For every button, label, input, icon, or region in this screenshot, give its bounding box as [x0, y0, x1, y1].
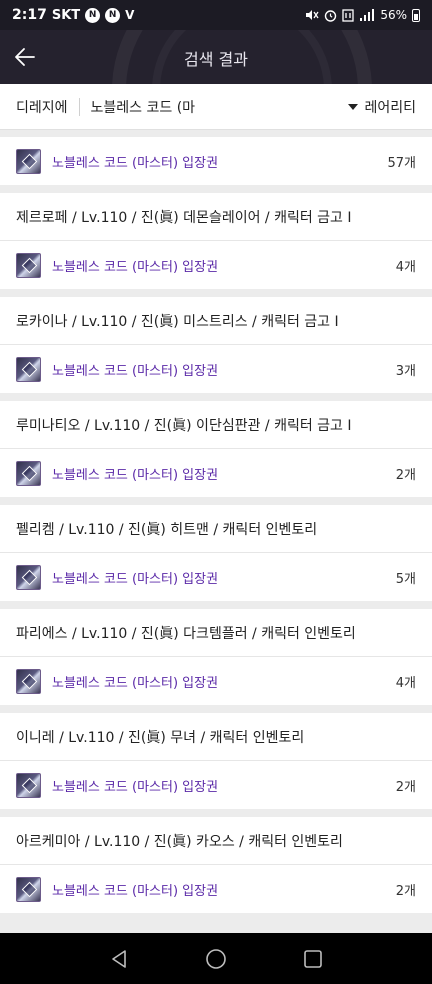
divider [78, 97, 80, 116]
page-title: 검색 결과 [184, 50, 248, 69]
ticket-item-icon [16, 356, 41, 382]
character-info: 로카이나 / Lv.110 / 진(眞) 미스트리스 / 캐릭터 금고 I [0, 297, 432, 345]
status-bar: 2:17 SKT N N V 56% [0, 0, 432, 30]
result-card[interactable]: 파리에스 / Lv.110 / 진(眞) 다크템플러 / 캐릭터 인벤토리 노블… [0, 609, 432, 705]
status-right: 56% [305, 8, 420, 22]
recents-square-icon[interactable] [301, 947, 325, 971]
app-notification-icon: V [125, 8, 135, 22]
item-name: 노블레스 코드 (마스터) 입장권 [52, 675, 219, 691]
status-carrier: SKT [51, 7, 81, 23]
caret-down-icon [348, 103, 359, 110]
alarm-icon [325, 9, 337, 22]
character-info: 이니레 / Lv.110 / 진(眞) 무녀 / 캐릭터 인벤토리 [0, 713, 432, 761]
item-name: 노블레스 코드 (마스터) 입장권 [52, 363, 219, 379]
item-row[interactable]: 노블레스 코드 (마스터) 입장권 57개 [0, 137, 432, 185]
app-bar: 검색 결과 [0, 30, 432, 84]
character-info: 펠리켐 / Lv.110 / 진(眞) 히트맨 / 캐릭터 인벤토리 [0, 505, 432, 553]
system-nav-bar [0, 933, 432, 984]
status-left: 2:17 SKT N N V [12, 7, 134, 23]
item-count: 4개 [395, 675, 416, 691]
sort-label: 레어리티 [364, 99, 416, 116]
naver-notification-icon: N [105, 7, 121, 23]
item-name: 노블레스 코드 (마스터) 입장권 [52, 571, 219, 587]
item-row[interactable]: 노블레스 코드 (마스터) 입장권 3개 [0, 345, 432, 393]
result-card[interactable]: 펠리켐 / Lv.110 / 진(眞) 히트맨 / 캐릭터 인벤토리 노블레스 … [0, 505, 432, 601]
item-count: 2개 [395, 467, 416, 483]
back-triangle-icon[interactable] [107, 947, 131, 971]
ticket-item-icon [16, 148, 41, 174]
home-circle-icon[interactable] [204, 947, 228, 971]
naver-notification-icon: N [85, 7, 101, 23]
battery-icon [412, 8, 420, 22]
ticket-item-icon [16, 460, 41, 486]
search-filter-bar: 디레지에 노블레스 코드 (마 레어리티 [0, 84, 432, 130]
item-row[interactable]: 노블레스 코드 (마스터) 입장권 2개 [0, 865, 432, 913]
item-name: 노블레스 코드 (마스터) 입장권 [52, 779, 219, 795]
result-card[interactable]: 노블레스 코드 (마스터) 입장권 57개 [0, 137, 432, 185]
result-card[interactable]: 루미나티오 / Lv.110 / 진(眞) 이단심판관 / 캐릭터 금고 I 노… [0, 401, 432, 497]
character-info: 아르케미아 / Lv.110 / 진(眞) 카오스 / 캐릭터 인벤토리 [0, 817, 432, 865]
signal-icon [360, 9, 375, 21]
item-row[interactable]: 노블레스 코드 (마스터) 입장권 2개 [0, 449, 432, 497]
item-name: 노블레스 코드 (마스터) 입장권 [52, 883, 219, 899]
character-info: 제르로페 / Lv.110 / 진(眞) 데몬슬레이어 / 캐릭터 금고 I [0, 193, 432, 241]
status-time: 2:17 [12, 7, 47, 23]
server-filter[interactable]: 디레지에 [16, 97, 68, 117]
item-count: 2개 [395, 779, 416, 795]
ticket-item-icon [16, 876, 41, 902]
battery-level: 56% [380, 8, 407, 22]
character-info: 파리에스 / Lv.110 / 진(眞) 다크템플러 / 캐릭터 인벤토리 [0, 609, 432, 657]
ticket-item-icon [16, 772, 41, 798]
item-count: 57개 [387, 155, 416, 171]
item-count: 5개 [395, 571, 416, 587]
sort-dropdown[interactable]: 레어리티 [348, 97, 416, 117]
ticket-item-icon [16, 668, 41, 694]
character-info: 루미나티오 / Lv.110 / 진(眞) 이단심판관 / 캐릭터 금고 I [0, 401, 432, 449]
ticket-item-icon [16, 564, 41, 590]
mute-icon [306, 10, 319, 20]
search-query[interactable]: 노블레스 코드 (마 [91, 97, 196, 117]
lte-icon [342, 8, 354, 22]
item-name: 노블레스 코드 (마스터) 입장권 [52, 155, 219, 171]
item-row[interactable]: 노블레스 코드 (마스터) 입장권 5개 [0, 553, 432, 601]
item-name: 노블레스 코드 (마스터) 입장권 [52, 467, 219, 483]
result-card[interactable]: 이니레 / Lv.110 / 진(眞) 무녀 / 캐릭터 인벤토리 노블레스 코… [0, 713, 432, 809]
item-count: 4개 [395, 259, 416, 275]
result-card[interactable]: 로카이나 / Lv.110 / 진(眞) 미스트리스 / 캐릭터 금고 I 노블… [0, 297, 432, 393]
ticket-item-icon [16, 252, 41, 278]
result-card[interactable]: 제르로페 / Lv.110 / 진(眞) 데몬슬레이어 / 캐릭터 금고 I 노… [0, 193, 432, 289]
item-row[interactable]: 노블레스 코드 (마스터) 입장권 2개 [0, 761, 432, 809]
results-list: 노블레스 코드 (마스터) 입장권 57개 제르로페 / Lv.110 / 진(… [0, 137, 432, 933]
item-row[interactable]: 노블레스 코드 (마스터) 입장권 4개 [0, 241, 432, 289]
result-card[interactable]: 아르케미아 / Lv.110 / 진(眞) 카오스 / 캐릭터 인벤토리 노블레… [0, 817, 432, 913]
item-name: 노블레스 코드 (마스터) 입장권 [52, 259, 219, 275]
item-count: 2개 [395, 883, 416, 899]
item-row[interactable]: 노블레스 코드 (마스터) 입장권 4개 [0, 657, 432, 705]
item-count: 3개 [395, 363, 416, 379]
